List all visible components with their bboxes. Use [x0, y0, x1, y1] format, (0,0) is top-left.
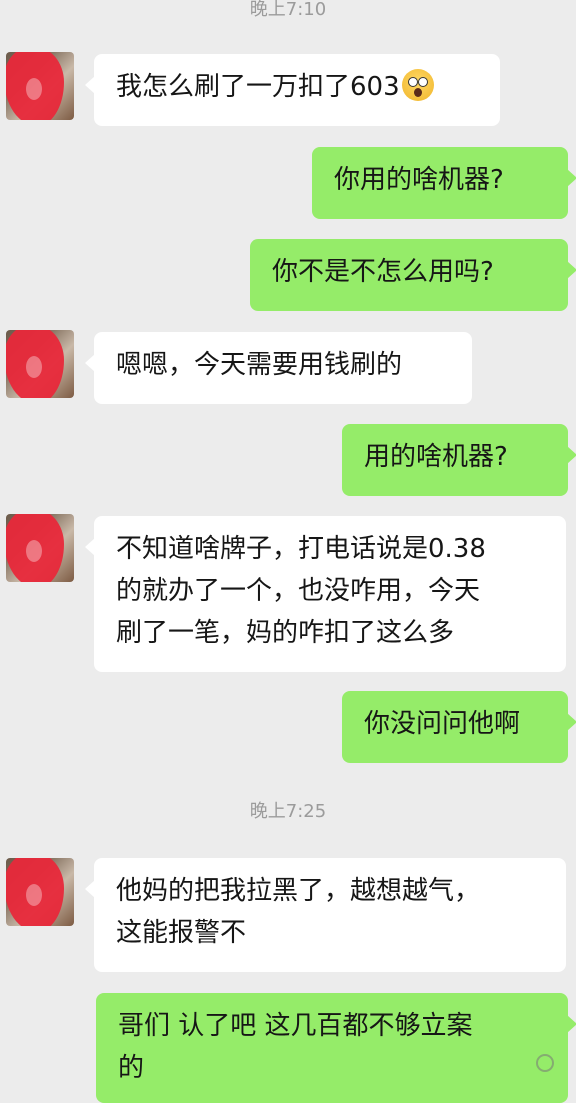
message-text-line: 刷了一笔，妈的咋扣了这么多 — [116, 618, 455, 648]
avatar[interactable] — [6, 858, 74, 926]
message-bubble[interactable]: 你不是不怎么用吗? — [250, 239, 576, 311]
message-text-line: 这能报警不 — [116, 918, 247, 948]
avatar[interactable] — [6, 514, 74, 582]
avatar[interactable] — [6, 52, 74, 120]
message-bubble[interactable]: 不知道啥牌子，打电话说是0.38 的就办了一个，也没咋用，今天 刷了一笔，妈的咋… — [85, 516, 566, 672]
watermark — [536, 1054, 558, 1073]
watermark-icon — [536, 1054, 554, 1072]
message-bubble[interactable]: 用的啥机器? — [342, 424, 576, 496]
message-text-line: 他妈的把我拉黑了，越想越气， — [116, 876, 481, 906]
message-bubble[interactable]: 嗯嗯，今天需要用钱刷的 — [85, 332, 472, 404]
message-bubble[interactable]: 哥们 认了吧 这几百都不够立案 的 — [96, 993, 576, 1103]
message-bubble[interactable]: 我怎么刷了一万扣了603 — [85, 54, 500, 126]
message-text-line: 的 — [118, 1053, 145, 1083]
message-text: 你不是不怎么用吗? — [272, 257, 494, 287]
avatar[interactable] — [6, 330, 74, 398]
message-bubble[interactable]: 他妈的把我拉黑了，越想越气， 这能报警不 — [85, 858, 566, 972]
timestamp: 晚上7:10 — [249, 0, 327, 20]
message-text: 我怎么刷了一万扣了603 — [116, 72, 400, 102]
message-text-line: 哥们 认了吧 这几百都不够立案 — [118, 1011, 473, 1041]
message-bubble[interactable]: 你用的啥机器? — [312, 147, 576, 219]
message-text: 嗯嗯，今天需要用钱刷的 — [116, 350, 403, 380]
message-text: 你用的啥机器? — [334, 165, 504, 195]
message-bubble[interactable]: 你没问问他啊 — [342, 691, 576, 763]
timestamp: 晚上7:25 — [249, 801, 327, 822]
message-text: 你没问问他啊 — [364, 709, 521, 739]
chat-area: 晚上7:10 我怎么刷了一万扣了603 你用的啥机器? 你不是不怎么用吗? 嗯嗯… — [0, 0, 576, 1103]
shocked-face-icon — [401, 69, 434, 101]
message-text: 用的啥机器? — [364, 442, 508, 472]
message-text-line: 不知道啥牌子，打电话说是0.38 — [116, 534, 486, 564]
message-text-line: 的就办了一个，也没咋用，今天 — [116, 576, 481, 606]
